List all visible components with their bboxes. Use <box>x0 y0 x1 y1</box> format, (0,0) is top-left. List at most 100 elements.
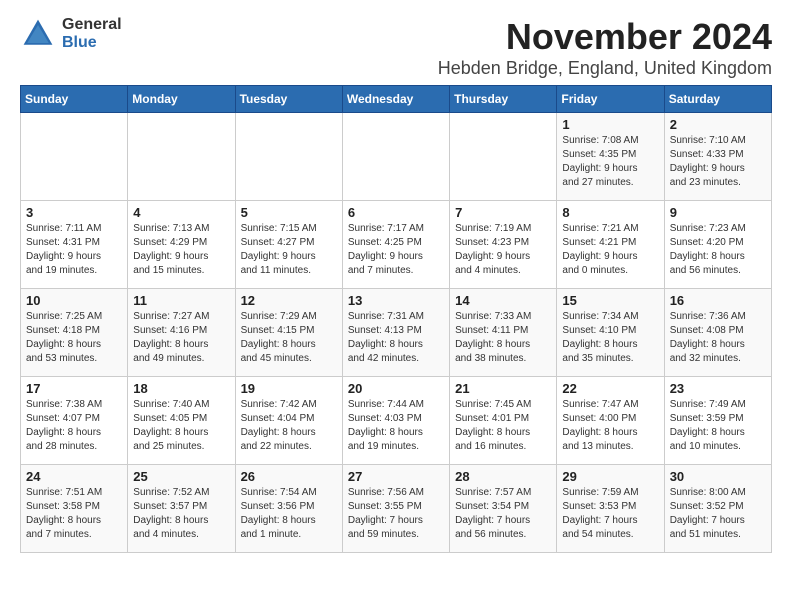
calendar-cell: 18 Sunrise: 7:40 AM Sunset: 4:05 PM Dayli… <box>128 377 235 465</box>
cell-content: Sunrise: 7:56 AM Sunset: 3:55 PM Dayligh… <box>348 486 444 542</box>
day-number: 7 <box>455 205 551 220</box>
day-number: 16 <box>670 293 766 308</box>
logo-blue-text: Blue <box>62 34 122 52</box>
calendar-cell <box>128 113 235 201</box>
day-number: 15 <box>562 293 658 308</box>
calendar-cell <box>21 113 128 201</box>
calendar-cell: 27Sunrise: 7:56 AM Sunset: 3:55 PM Dayli… <box>342 465 449 553</box>
day-number: 3 <box>26 205 122 220</box>
cell-content: Sunrise: 7:17 AM Sunset: 4:25 PM Dayligh… <box>348 222 444 278</box>
calendar-cell: 22Sunrise: 7:47 AM Sunset: 4:00 PM Dayli… <box>557 377 664 465</box>
day-number: 17 <box>26 381 122 396</box>
day-number: 14 <box>455 293 551 308</box>
calendar-cell <box>450 113 557 201</box>
calendar-cell: 30Sunrise: 8:00 AM Sunset: 3:52 PM Dayli… <box>664 465 771 553</box>
weekday-header: Sunday <box>21 86 128 113</box>
cell-content: Sunrise: 7:42 AM Sunset: 4:04 PM Dayligh… <box>241 398 337 454</box>
day-number: 30 <box>670 469 766 484</box>
day-number: 26 <box>241 469 337 484</box>
cell-content: Sunrise: 7:27 AM Sunset: 4:16 PM Dayligh… <box>133 310 229 366</box>
calendar-week-row: 17 Sunrise: 7:38 AM Sunset: 4:07 PM Dayli… <box>21 377 772 465</box>
logo-icon <box>20 16 56 52</box>
calendar-cell: 26Sunrise: 7:54 AM Sunset: 3:56 PM Dayli… <box>235 465 342 553</box>
logo: General Blue <box>20 16 122 52</box>
month-title: November 2024 <box>438 16 772 58</box>
logo-general-text: General <box>62 16 122 34</box>
calendar-cell: 28 Sunrise: 7:57 AM Sunset: 3:54 PM Dayli… <box>450 465 557 553</box>
day-number: 28 <box>455 469 551 484</box>
cell-content: Sunrise: 7:38 AM Sunset: 4:07 PM Dayligh… <box>26 398 122 454</box>
calendar-body: 1 Sunrise: 7:08 AM Sunset: 4:35 PM Daylig… <box>21 113 772 553</box>
cell-content: Sunrise: 7:57 AM Sunset: 3:54 PM Dayligh… <box>455 486 551 542</box>
day-number: 2 <box>670 117 766 132</box>
day-number: 13 <box>348 293 444 308</box>
calendar-cell: 5Sunrise: 7:15 AM Sunset: 4:27 PM Daylig… <box>235 201 342 289</box>
calendar-cell: 15 Sunrise: 7:34 AM Sunset: 4:10 PM Dayli… <box>557 289 664 377</box>
calendar-week-row: 10 Sunrise: 7:25 AM Sunset: 4:18 PM Dayli… <box>21 289 772 377</box>
day-number: 4 <box>133 205 229 220</box>
day-number: 6 <box>348 205 444 220</box>
day-number: 8 <box>562 205 658 220</box>
day-number: 22 <box>562 381 658 396</box>
calendar-cell: 23 Sunrise: 7:49 AM Sunset: 3:59 PM Dayli… <box>664 377 771 465</box>
calendar-cell: 7 Sunrise: 7:19 AM Sunset: 4:23 PM Daylig… <box>450 201 557 289</box>
cell-content: Sunrise: 7:29 AM Sunset: 4:15 PM Dayligh… <box>241 310 337 366</box>
cell-content: Sunrise: 7:40 AM Sunset: 4:05 PM Dayligh… <box>133 398 229 454</box>
cell-content: Sunrise: 7:49 AM Sunset: 3:59 PM Dayligh… <box>670 398 766 454</box>
day-number: 29 <box>562 469 658 484</box>
calendar-cell: 10 Sunrise: 7:25 AM Sunset: 4:18 PM Dayli… <box>21 289 128 377</box>
day-number: 10 <box>26 293 122 308</box>
cell-content: Sunrise: 7:52 AM Sunset: 3:57 PM Dayligh… <box>133 486 229 542</box>
location-title: Hebden Bridge, England, United Kingdom <box>438 58 772 79</box>
day-number: 23 <box>670 381 766 396</box>
cell-content: Sunrise: 7:19 AM Sunset: 4:23 PM Dayligh… <box>455 222 551 278</box>
calendar-cell: 3 Sunrise: 7:11 AM Sunset: 4:31 PM Daylig… <box>21 201 128 289</box>
day-number: 19 <box>241 381 337 396</box>
day-number: 1 <box>562 117 658 132</box>
calendar-week-row: 1 Sunrise: 7:08 AM Sunset: 4:35 PM Daylig… <box>21 113 772 201</box>
day-number: 11 <box>133 293 229 308</box>
weekday-header: Tuesday <box>235 86 342 113</box>
cell-content: Sunrise: 7:44 AM Sunset: 4:03 PM Dayligh… <box>348 398 444 454</box>
header: General Blue November 2024 Hebden Bridge… <box>20 16 772 79</box>
cell-content: Sunrise: 7:45 AM Sunset: 4:01 PM Dayligh… <box>455 398 551 454</box>
cell-content: Sunrise: 7:59 AM Sunset: 3:53 PM Dayligh… <box>562 486 658 542</box>
calendar-cell: 11 Sunrise: 7:27 AM Sunset: 4:16 PM Dayli… <box>128 289 235 377</box>
cell-content: Sunrise: 7:11 AM Sunset: 4:31 PM Dayligh… <box>26 222 122 278</box>
day-number: 25 <box>133 469 229 484</box>
logo-text: General Blue <box>62 16 122 51</box>
calendar-cell: 2 Sunrise: 7:10 AM Sunset: 4:33 PM Daylig… <box>664 113 771 201</box>
cell-content: Sunrise: 7:34 AM Sunset: 4:10 PM Dayligh… <box>562 310 658 366</box>
weekday-header: Wednesday <box>342 86 449 113</box>
calendar-cell <box>235 113 342 201</box>
calendar-cell: 21 Sunrise: 7:45 AM Sunset: 4:01 PM Dayli… <box>450 377 557 465</box>
calendar-cell: 24Sunrise: 7:51 AM Sunset: 3:58 PM Dayli… <box>21 465 128 553</box>
calendar-week-row: 24Sunrise: 7:51 AM Sunset: 3:58 PM Dayli… <box>21 465 772 553</box>
cell-content: Sunrise: 7:33 AM Sunset: 4:11 PM Dayligh… <box>455 310 551 366</box>
cell-content: Sunrise: 7:31 AM Sunset: 4:13 PM Dayligh… <box>348 310 444 366</box>
weekday-header: Saturday <box>664 86 771 113</box>
weekday-header: Thursday <box>450 86 557 113</box>
cell-content: Sunrise: 7:36 AM Sunset: 4:08 PM Dayligh… <box>670 310 766 366</box>
calendar-cell: 17 Sunrise: 7:38 AM Sunset: 4:07 PM Dayli… <box>21 377 128 465</box>
day-number: 18 <box>133 381 229 396</box>
calendar-cell: 1 Sunrise: 7:08 AM Sunset: 4:35 PM Daylig… <box>557 113 664 201</box>
calendar-week-row: 3 Sunrise: 7:11 AM Sunset: 4:31 PM Daylig… <box>21 201 772 289</box>
cell-content: Sunrise: 7:15 AM Sunset: 4:27 PM Dayligh… <box>241 222 337 278</box>
calendar-cell <box>342 113 449 201</box>
day-number: 24 <box>26 469 122 484</box>
weekday-header: Monday <box>128 86 235 113</box>
calendar-cell: 29 Sunrise: 7:59 AM Sunset: 3:53 PM Dayli… <box>557 465 664 553</box>
weekday-header: Friday <box>557 86 664 113</box>
calendar-table: SundayMondayTuesdayWednesdayThursdayFrid… <box>20 85 772 553</box>
calendar-cell: 8 Sunrise: 7:21 AM Sunset: 4:21 PM Daylig… <box>557 201 664 289</box>
cell-content: Sunrise: 7:25 AM Sunset: 4:18 PM Dayligh… <box>26 310 122 366</box>
cell-content: Sunrise: 7:10 AM Sunset: 4:33 PM Dayligh… <box>670 134 766 190</box>
calendar-cell: 13 Sunrise: 7:31 AM Sunset: 4:13 PM Dayli… <box>342 289 449 377</box>
calendar-cell: 12Sunrise: 7:29 AM Sunset: 4:15 PM Dayli… <box>235 289 342 377</box>
cell-content: Sunrise: 7:08 AM Sunset: 4:35 PM Dayligh… <box>562 134 658 190</box>
cell-content: Sunrise: 7:21 AM Sunset: 4:21 PM Dayligh… <box>562 222 658 278</box>
calendar-cell: 20Sunrise: 7:44 AM Sunset: 4:03 PM Dayli… <box>342 377 449 465</box>
day-number: 21 <box>455 381 551 396</box>
calendar-cell: 9Sunrise: 7:23 AM Sunset: 4:20 PM Daylig… <box>664 201 771 289</box>
